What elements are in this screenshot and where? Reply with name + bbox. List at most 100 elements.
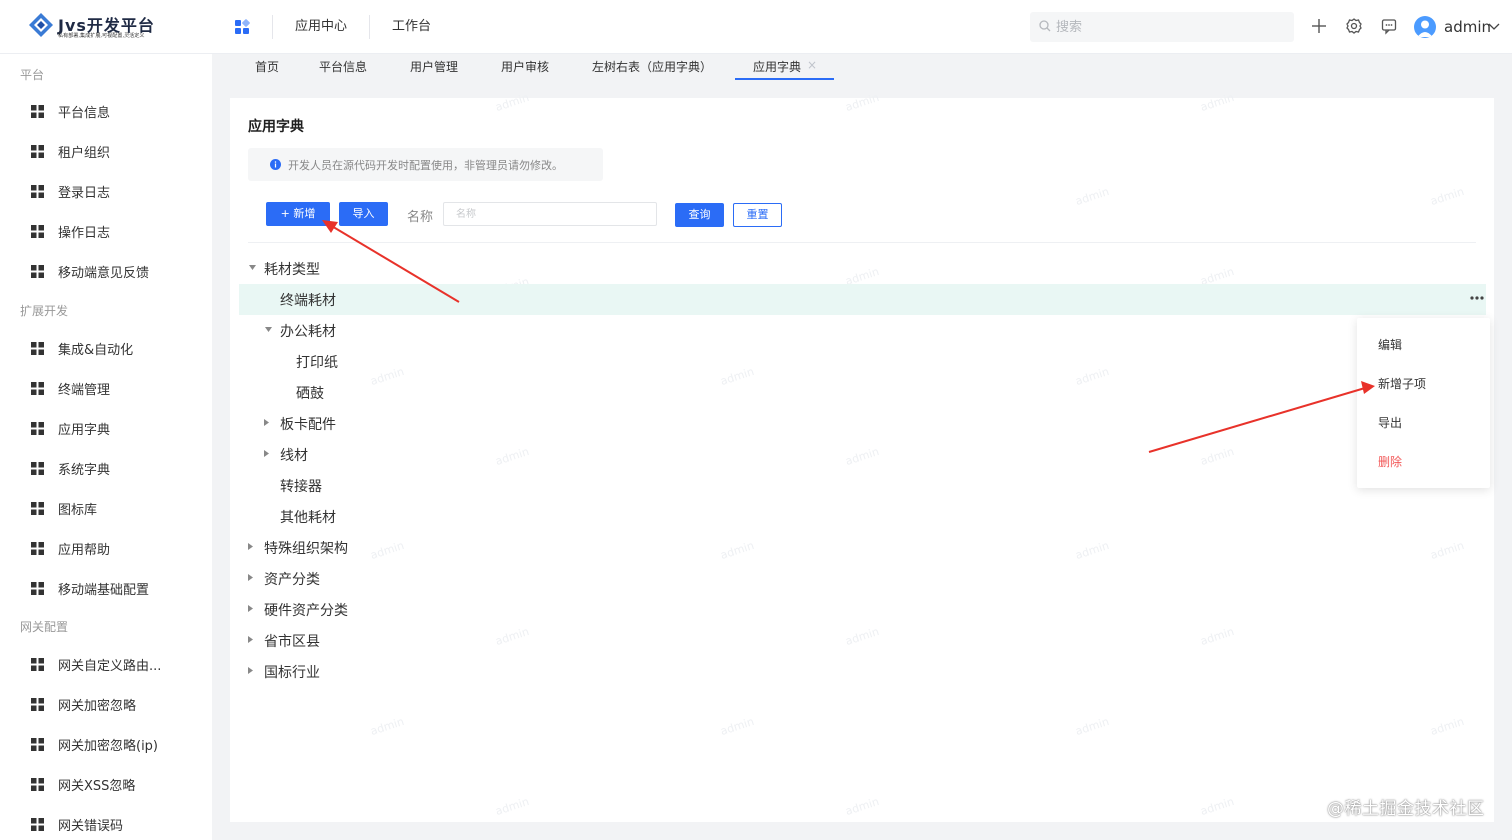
search-icon xyxy=(1039,20,1051,32)
watermark: admin xyxy=(843,794,881,819)
sidebar-item-label: 集成&自动化 xyxy=(58,342,134,358)
sidebar-group-title: 扩展开发 xyxy=(20,304,69,318)
watermark: admin xyxy=(493,794,531,819)
grid-icon xyxy=(31,581,44,595)
watermark: admin xyxy=(493,90,531,115)
tree-node-selected[interactable]: 终端耗材 xyxy=(239,284,1486,315)
caret-right-icon[interactable] xyxy=(264,450,270,457)
sidebar-item-label: 网关错误码 xyxy=(58,818,124,834)
sidebar-item-label: 终端管理 xyxy=(58,382,111,398)
sidebar-item-tenant-org[interactable]: 租户组织 xyxy=(0,131,212,171)
sidebar-item-operation-log[interactable]: 操作日志 xyxy=(0,211,212,251)
tree-node-label: 国标行业 xyxy=(264,665,320,681)
tree-node[interactable]: 打印纸 xyxy=(230,346,1494,377)
tree-node[interactable]: 办公耗材 xyxy=(230,315,1494,346)
caret-down-icon[interactable] xyxy=(265,327,272,333)
tab-user-review[interactable]: 用户审核 xyxy=(501,54,549,80)
caret-right-icon[interactable] xyxy=(248,667,254,674)
username[interactable]: admin xyxy=(1444,16,1491,38)
grid-icon xyxy=(31,264,44,278)
tree-node-label: 耗材类型 xyxy=(264,262,320,278)
notice-text: 开发人员在源代码开发时配置使用，非管理员请勿修改。 xyxy=(288,158,563,172)
close-icon[interactable]: × xyxy=(807,58,817,72)
chevron-down-icon[interactable] xyxy=(1488,21,1500,31)
menu-item-add-child[interactable]: 新增子项 xyxy=(1378,375,1426,392)
sidebar-item-integration[interactable]: 集成&自动化 xyxy=(0,328,212,368)
tree-node[interactable]: 线材 xyxy=(230,439,1494,470)
info-icon xyxy=(270,159,281,170)
sidebar-item-gateway-error-code[interactable]: 网关错误码 xyxy=(0,804,212,840)
menu-item-edit[interactable]: 编辑 xyxy=(1378,336,1402,353)
sidebar-item-mobile-config[interactable]: 移动端基础配置 xyxy=(0,568,212,608)
tree-node-label: 打印纸 xyxy=(296,355,338,371)
grid-icon xyxy=(31,144,44,158)
grid-icon xyxy=(31,777,44,791)
watermark: admin xyxy=(1198,90,1236,115)
tab-tree-table[interactable]: 左树右表（应用字典） xyxy=(592,54,712,80)
sidebar-item-mobile-feedback[interactable]: 移动端意见反馈 xyxy=(0,251,212,291)
tree-node-label: 板卡配件 xyxy=(280,417,336,433)
menu-item-export[interactable]: 导出 xyxy=(1378,414,1402,431)
tree-node[interactable]: 特殊组织架构 xyxy=(230,532,1494,563)
menu-item-delete[interactable]: 删除 xyxy=(1378,453,1402,470)
tree-node-label: 省市区县 xyxy=(264,634,320,650)
sidebar-item-system-dict[interactable]: 系统字典 xyxy=(0,448,212,488)
sidebar-item-gateway-encrypt-ignore[interactable]: 网关加密忽略 xyxy=(0,684,212,724)
sidebar-item-app-dict[interactable]: 应用字典 xyxy=(0,408,212,448)
grid-icon xyxy=(31,421,44,435)
caret-down-icon[interactable] xyxy=(249,265,256,271)
tab-home[interactable]: 首页 xyxy=(255,54,279,80)
apps-grid-icon[interactable] xyxy=(234,19,250,35)
tab-platform-info[interactable]: 平台信息 xyxy=(319,54,367,80)
tree-node[interactable]: 省市区县 xyxy=(230,625,1494,656)
sidebar-item-gateway-xss-ignore[interactable]: 网关XSS忽略 xyxy=(0,764,212,804)
sidebar-item-label: 网关加密忽略 xyxy=(58,698,137,714)
sidebar-item-gateway-route[interactable]: 网关自定义路由... xyxy=(0,644,212,684)
message-icon[interactable] xyxy=(1380,17,1398,35)
caret-right-icon[interactable] xyxy=(248,543,254,550)
tree-node[interactable]: 耗材类型 xyxy=(230,253,1494,284)
tree-node[interactable]: 国标行业 xyxy=(230,656,1494,687)
tab-user-management[interactable]: 用户管理 xyxy=(410,54,458,80)
add-button[interactable]: + 新增 xyxy=(266,202,330,226)
caret-right-icon[interactable] xyxy=(248,574,254,581)
grid-icon xyxy=(31,737,44,751)
name-input[interactable] xyxy=(443,202,657,226)
sidebar-item-icon-lib[interactable]: 图标库 xyxy=(0,488,212,528)
tree-node-label: 办公耗材 xyxy=(280,324,336,340)
sidebar-item-label: 操作日志 xyxy=(58,225,111,241)
tree-node[interactable]: 其他耗材 xyxy=(230,501,1494,532)
grid-icon xyxy=(31,224,44,238)
search-input[interactable] xyxy=(1056,12,1286,42)
avatar[interactable] xyxy=(1414,16,1436,38)
reset-button[interactable]: 重置 xyxy=(733,203,782,227)
tab-app-dict[interactable]: 应用字典 xyxy=(753,54,801,80)
tree-node[interactable]: 资产分类 xyxy=(230,563,1494,594)
plus-icon[interactable] xyxy=(1310,17,1328,35)
logo-icon xyxy=(29,13,53,37)
sidebar-item-terminal[interactable]: 终端管理 xyxy=(0,368,212,408)
tree-node[interactable]: 板卡配件 xyxy=(230,408,1494,439)
caret-right-icon[interactable] xyxy=(248,605,254,612)
sidebar-item-label: 网关XSS忽略 xyxy=(58,778,136,794)
brand-logo[interactable]: Jvs开发平台 私有部署,集成扩展,可视配置,灵活定义 xyxy=(28,12,198,44)
sidebar-item-app-help[interactable]: 应用帮助 xyxy=(0,528,212,568)
tree-node[interactable]: 转接器 xyxy=(230,470,1494,501)
nav-workbench[interactable]: 工作台 xyxy=(370,15,453,39)
more-icon[interactable] xyxy=(1469,295,1485,301)
caret-right-icon[interactable] xyxy=(264,419,270,426)
info-notice: 开发人员在源代码开发时配置使用，非管理员请勿修改。 xyxy=(248,148,603,181)
nav-app-center[interactable]: 应用中心 xyxy=(273,15,369,39)
import-button[interactable]: 导入 xyxy=(339,202,388,226)
sidebar-item-platform-info[interactable]: 平台信息 xyxy=(0,91,212,131)
caret-right-icon[interactable] xyxy=(248,636,254,643)
sidebar-item-gateway-encrypt-ignore-ip[interactable]: 网关加密忽略(ip) xyxy=(0,724,212,764)
search-box[interactable] xyxy=(1030,12,1294,42)
sidebar-item-login-log[interactable]: 登录日志 xyxy=(0,171,212,211)
tree-node[interactable]: 硒鼓 xyxy=(230,377,1494,408)
gear-icon[interactable] xyxy=(1345,17,1363,35)
watermark: admin xyxy=(1073,184,1111,209)
tree-node[interactable]: 硬件资产分类 xyxy=(230,594,1494,625)
query-button[interactable]: 查询 xyxy=(675,203,724,227)
brand-subtitle: 私有部署,集成扩展,可视配置,灵活定义 xyxy=(58,32,145,39)
